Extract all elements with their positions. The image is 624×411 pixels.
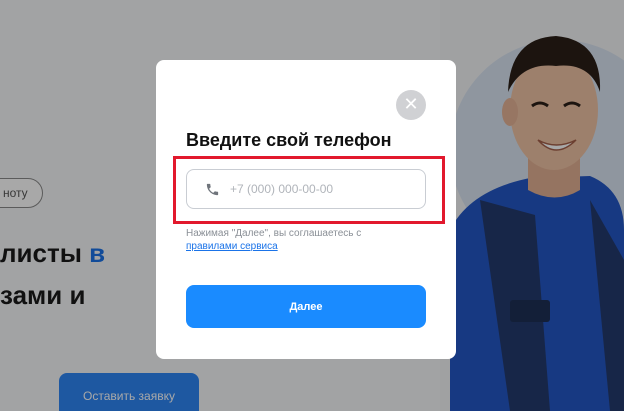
consent-label: Нажимая "Далее", вы соглашаетесь с: [186, 228, 362, 239]
modal-title: Введите свой телефон: [186, 130, 392, 150]
phone-modal: ✕ Введите свой телефон Нажимая "Далее", …: [156, 60, 456, 359]
phone-input[interactable]: [230, 182, 420, 196]
next-button[interactable]: Далее: [186, 285, 426, 328]
phone-field[interactable]: [186, 169, 426, 209]
close-button[interactable]: ✕: [396, 90, 426, 120]
consent-text: Нажимая "Далее", вы соглашаетесь с прави…: [186, 227, 426, 253]
phone-icon: [206, 183, 219, 195]
service-rules-link[interactable]: правилами сервиса: [186, 241, 278, 252]
